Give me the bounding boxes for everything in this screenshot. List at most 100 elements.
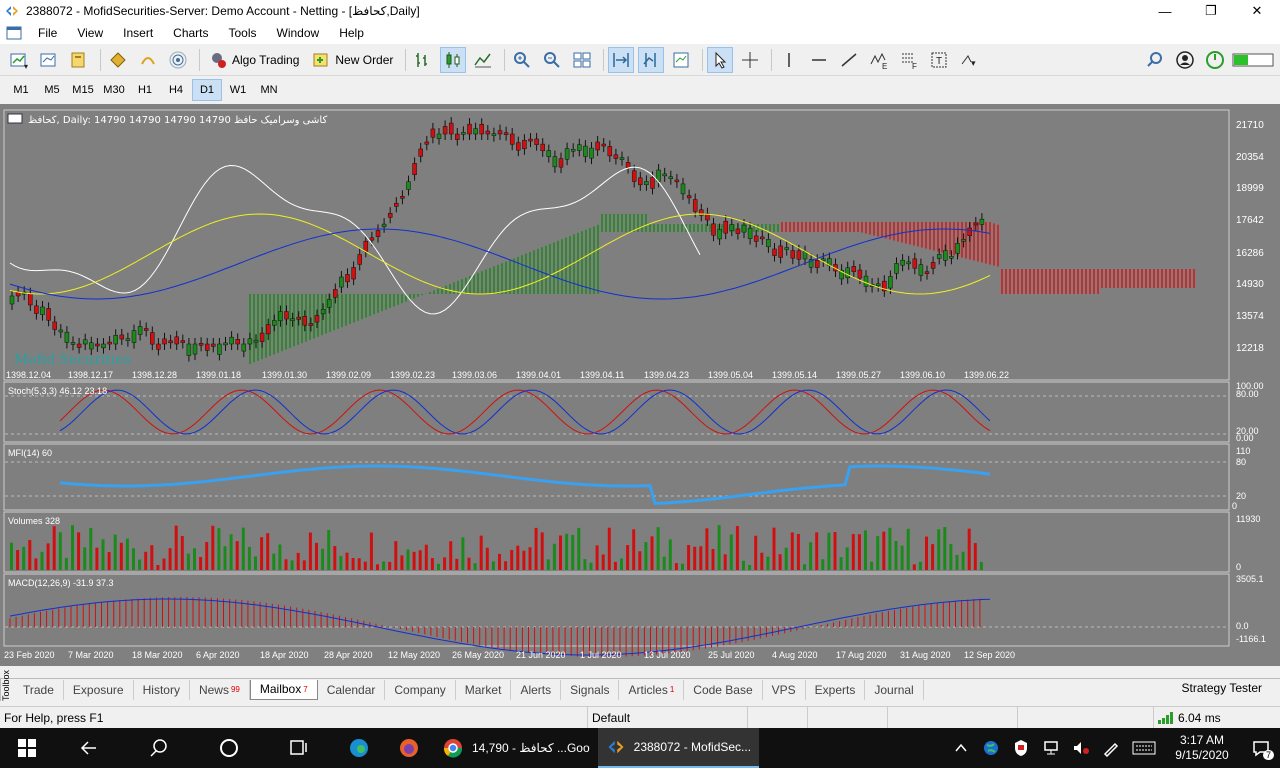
chrome-task[interactable]: کحافظ - 14,790 ...Goo [434, 728, 598, 768]
timeframe-m30[interactable]: M30 [99, 79, 129, 101]
main-pane[interactable] [3, 109, 1230, 381]
timeframe-h4[interactable]: H4 [161, 79, 191, 101]
stoch-pane[interactable] [3, 381, 1230, 443]
candle-body [631, 170, 637, 182]
volume-bar [406, 549, 410, 570]
task-view-button[interactable] [264, 728, 334, 768]
tab-vps[interactable]: VPS [763, 679, 806, 700]
tab-experts[interactable]: Experts [806, 679, 866, 700]
tab-signals[interactable]: Signals [561, 679, 620, 700]
level-button[interactable] [1202, 47, 1228, 73]
templates-button[interactable] [668, 47, 694, 73]
tab-news[interactable]: News 99 [190, 679, 250, 700]
search-taskbar-button[interactable] [124, 728, 194, 768]
timeframe-w1[interactable]: W1 [223, 79, 253, 101]
volume-bar [900, 545, 904, 570]
fibonacci-button[interactable]: F [896, 47, 922, 73]
tray-network[interactable] [1036, 728, 1066, 768]
market-watch-button[interactable] [66, 47, 92, 73]
navigator-button[interactable] [105, 47, 131, 73]
timeframe-d1[interactable]: D1 [192, 79, 222, 101]
chart-window[interactable]: کحافظ, Daily: 14790 14790 14790 14790 کا… [0, 104, 1280, 666]
tab-exposure[interactable]: Exposure [64, 679, 134, 700]
connection-ping[interactable]: 6.04 ms [1154, 707, 1225, 729]
firefox-button[interactable] [384, 728, 434, 768]
candlestick-button[interactable] [440, 46, 467, 73]
tab-code-base[interactable]: Code Base [684, 679, 763, 700]
shapes-dropdown-button[interactable]: ▾ [956, 47, 982, 73]
tray-network-globe[interactable] [976, 728, 1006, 768]
tab-company[interactable]: Company [385, 679, 456, 700]
menu-help[interactable]: Help [329, 26, 374, 40]
elliott-button[interactable]: E [866, 47, 892, 73]
chart-window-icon[interactable] [6, 26, 22, 40]
new-chart-button[interactable]: ▾ [6, 47, 32, 73]
timeframe-h1[interactable]: H1 [130, 79, 160, 101]
tab-market[interactable]: Market [456, 679, 512, 700]
trend-line-button[interactable] [836, 47, 862, 73]
vertical-line-button[interactable] [776, 47, 802, 73]
search-button[interactable] [1142, 47, 1168, 73]
new-order-button[interactable]: New Order [307, 47, 397, 73]
metatrader-task[interactable]: 2388072 - MofidSec... [597, 728, 760, 768]
tab-mailbox[interactable]: Mailbox 7 [249, 679, 318, 700]
algo-trading-button[interactable]: Algo Trading [204, 47, 303, 73]
status-bar: For Help, press F1 Default 6.04 ms [0, 706, 1280, 729]
notification-center[interactable]: 7 [1242, 728, 1280, 768]
tray-pen[interactable] [1096, 728, 1126, 768]
tray-chevron[interactable] [946, 728, 976, 768]
mfi-pane[interactable] [3, 443, 1230, 511]
tray-volume[interactable] [1066, 728, 1096, 768]
strategy-tester-button[interactable]: Strategy Tester [1182, 681, 1262, 695]
auto-scroll-button[interactable] [608, 46, 635, 73]
crosshair-button[interactable] [737, 47, 763, 73]
horizontal-line-button[interactable] [806, 47, 832, 73]
menu-file[interactable]: File [28, 26, 67, 40]
tile-windows-button[interactable] [569, 47, 595, 73]
tab-alerts[interactable]: Alerts [511, 679, 562, 700]
network-icon [1044, 741, 1058, 755]
macd-pane[interactable] [3, 573, 1230, 647]
tray-keyboard[interactable] [1126, 728, 1162, 768]
tab-calendar[interactable]: Calendar [318, 679, 386, 700]
menu-window[interactable]: Window [267, 26, 330, 40]
maximize-button[interactable]: ❐ [1188, 0, 1234, 22]
line-chart-button[interactable] [470, 47, 496, 73]
signals-button[interactable] [165, 47, 191, 73]
edge-button[interactable] [334, 728, 384, 768]
timeframe-mn[interactable]: MN [254, 79, 284, 101]
tab-articles[interactable]: Articles 1 [619, 679, 685, 700]
tab-trade[interactable]: Trade [14, 679, 64, 700]
close-button[interactable]: ✕ [1234, 0, 1280, 22]
text-tool-button[interactable]: T [926, 47, 952, 73]
menu-insert[interactable]: Insert [113, 26, 163, 40]
cursor-tool-button[interactable] [707, 46, 734, 73]
chart-canvas[interactable]: کحافظ, Daily: 14790 14790 14790 14790 کا… [0, 104, 1280, 666]
timeframe-m1[interactable]: M1 [6, 79, 36, 101]
candle-body [558, 158, 564, 168]
tab-history[interactable]: History [134, 679, 190, 700]
system-clock[interactable]: 3:17 AM 9/15/2020 [1162, 733, 1242, 763]
timeframe-m5[interactable]: M5 [37, 79, 67, 101]
chart-shift-button[interactable] [638, 46, 665, 73]
terminal-button[interactable] [135, 47, 161, 73]
account-button[interactable] [1172, 47, 1198, 73]
minimize-button[interactable]: — [1142, 0, 1188, 22]
profiles-button[interactable] [36, 47, 62, 73]
menu-charts[interactable]: Charts [163, 26, 218, 40]
zoom-out-button[interactable] [539, 47, 565, 73]
bar-chart-button[interactable] [410, 47, 436, 73]
menu-view[interactable]: View [67, 26, 113, 40]
toolbox-label[interactable]: Toolbox [0, 669, 14, 701]
start-button[interactable] [0, 728, 54, 768]
cortana-button[interactable] [194, 728, 264, 768]
timeframe-m15[interactable]: M15 [68, 79, 98, 101]
volume-bar [357, 558, 361, 570]
tray-security[interactable] [1006, 728, 1036, 768]
zoom-in-button[interactable] [509, 47, 535, 73]
tab-journal[interactable]: Journal [865, 679, 924, 700]
menu-tools[interactable]: Tools [219, 26, 267, 40]
candle-body [64, 331, 70, 343]
back-button[interactable] [54, 728, 124, 768]
volume-bar [186, 553, 190, 570]
